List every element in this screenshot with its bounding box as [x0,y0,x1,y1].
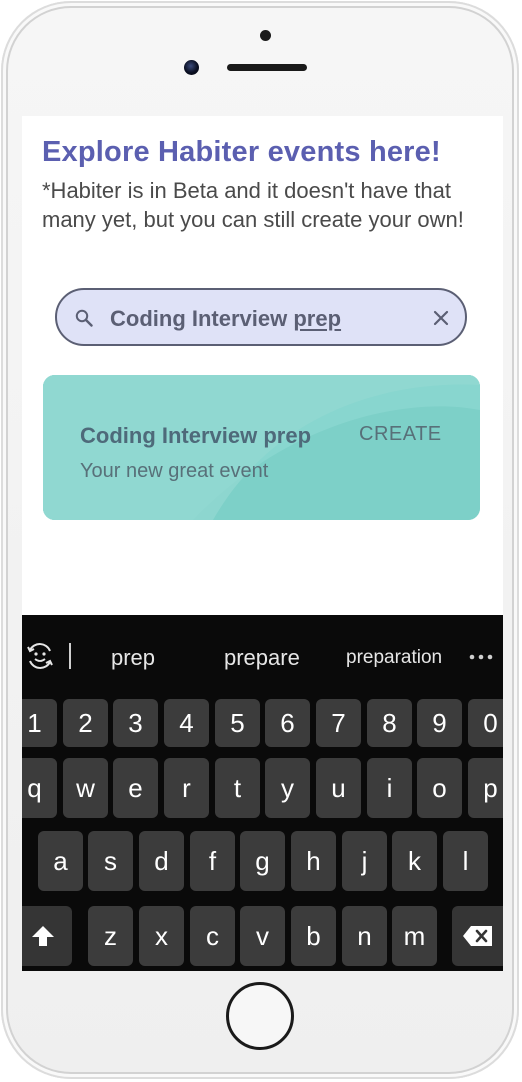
key-e[interactable]: e [113,758,158,818]
key-6[interactable]: 6 [265,699,310,747]
event-subtitle: Your new great event [80,460,269,482]
key-5[interactable]: 5 [215,699,260,747]
key-m[interactable]: m [392,906,437,966]
key-w[interactable]: w [63,758,108,818]
suggestion-preparation[interactable]: preparation [346,647,442,669]
search-input[interactable]: Coding Interview prep [55,288,467,346]
key-y[interactable]: y [265,758,310,818]
event-title: Coding Interview prep [80,423,312,448]
search-icon [75,309,93,327]
key-4[interactable]: 4 [164,699,209,747]
key-f[interactable]: f [190,831,235,891]
key-c[interactable]: c [190,906,235,966]
key-l[interactable]: l [443,831,488,891]
key-n[interactable]: n [342,906,387,966]
key-2[interactable]: 2 [63,699,108,747]
search-value-underlined: prep [293,306,342,331]
soft-keyboard: prep prepare preparation 1 2 3 4 5 6 7 8… [22,615,503,971]
earpiece-speaker [227,64,307,71]
key-g[interactable]: g [240,831,285,891]
search-value-text: Coding Interview [110,306,294,331]
more-dots-icon[interactable] [468,653,494,661]
shift-key[interactable] [22,906,72,966]
key-t[interactable]: t [215,758,260,818]
shift-arrow-icon [32,926,54,946]
key-0[interactable]: 0 [468,699,503,747]
key-h[interactable]: h [291,831,336,891]
key-j[interactable]: j [342,831,387,891]
key-a[interactable]: a [38,831,83,891]
key-u[interactable]: u [316,758,361,818]
key-q[interactable]: q [22,758,57,818]
app-screen: Explore Habiter events here! *Habiter is… [22,116,503,971]
emoji-icon[interactable] [25,641,55,671]
key-9[interactable]: 9 [417,699,462,747]
backspace-icon [463,926,492,946]
key-p[interactable]: p [468,758,503,818]
key-o[interactable]: o [417,758,462,818]
suggestion-bar: prep prepare preparation [22,615,503,693]
key-k[interactable]: k [392,831,437,891]
key-1[interactable]: 1 [22,699,57,747]
key-x[interactable]: x [139,906,184,966]
key-i[interactable]: i [367,758,412,818]
key-s[interactable]: s [88,831,133,891]
key-z[interactable]: z [88,906,133,966]
phone-frame: Explore Habiter events here! *Habiter is… [1,1,519,1079]
key-d[interactable]: d [139,831,184,891]
close-icon[interactable] [431,308,451,328]
key-8[interactable]: 8 [367,699,412,747]
home-button[interactable] [226,982,294,1050]
key-7[interactable]: 7 [316,699,361,747]
key-b[interactable]: b [291,906,336,966]
key-v[interactable]: v [240,906,285,966]
search-value[interactable]: Coding Interview prep [110,306,341,332]
create-event-card[interactable]: Coding Interview prep CREATE Your new gr… [43,375,480,520]
proximity-sensor [260,30,271,41]
suggestion-prepare[interactable]: prepare [224,645,300,671]
key-r[interactable]: r [164,758,209,818]
create-button[interactable]: CREATE [359,423,442,446]
suggestion-divider [69,643,71,669]
key-3[interactable]: 3 [113,699,158,747]
suggestion-prep[interactable]: prep [111,645,155,671]
page-title: Explore Habiter events here! [42,136,441,168]
beta-notice: *Habiter is in Beta and it doesn't have … [42,178,464,232]
backspace-key[interactable] [452,906,503,966]
front-camera [184,60,199,75]
